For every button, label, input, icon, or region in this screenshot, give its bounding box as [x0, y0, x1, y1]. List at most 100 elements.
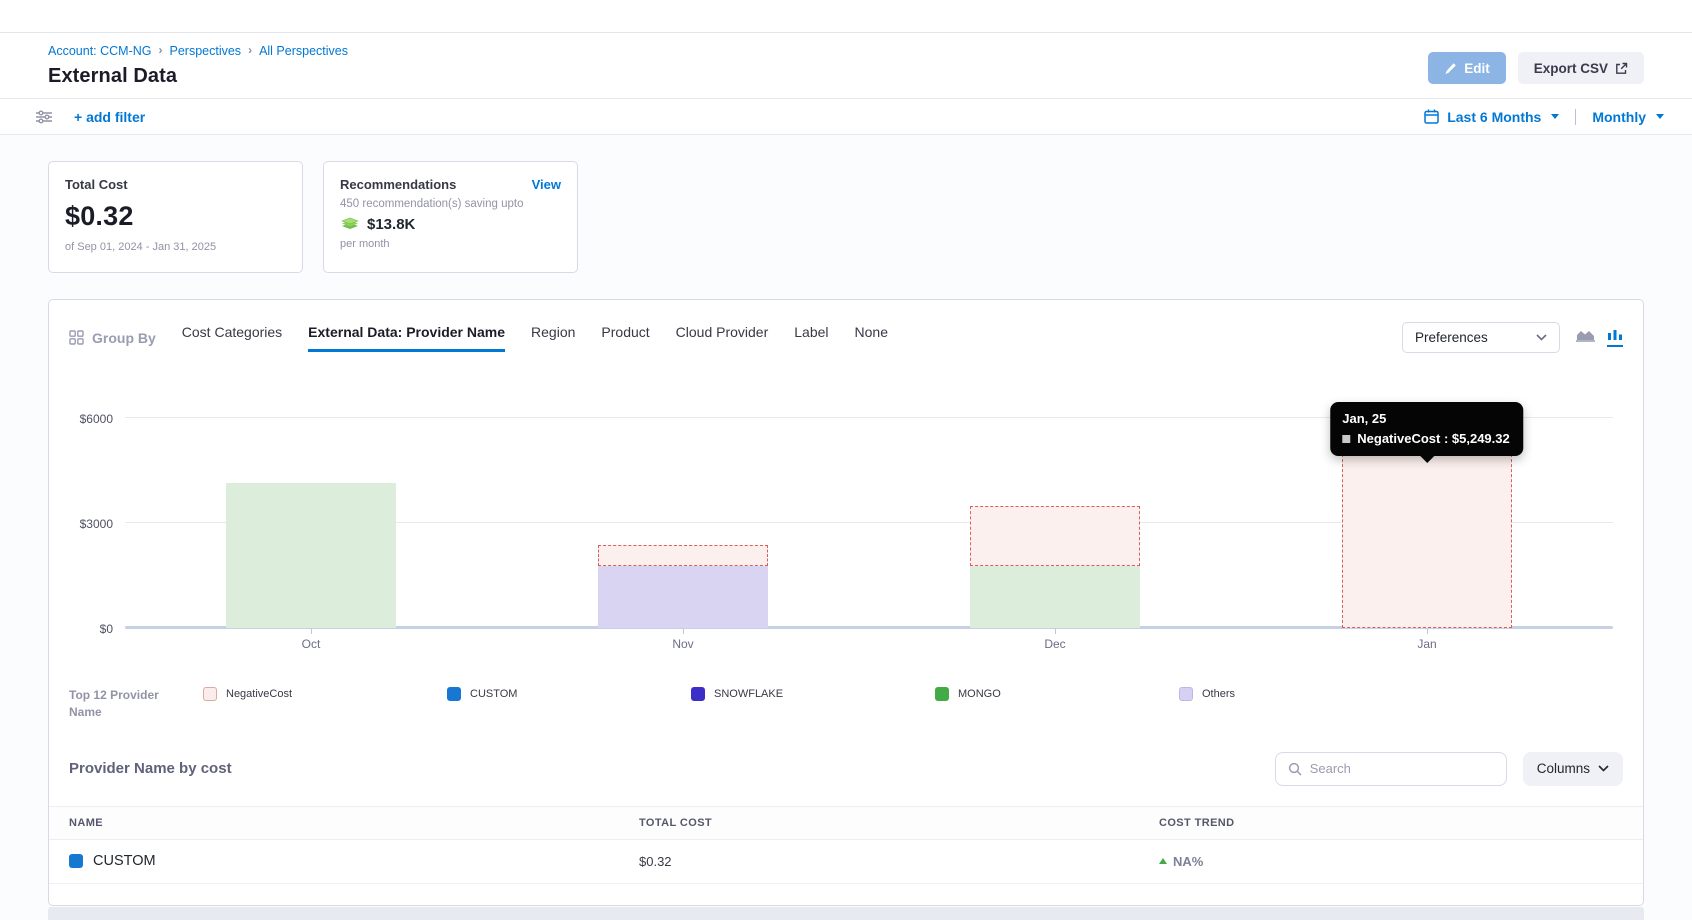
savings-period: per month: [340, 238, 561, 250]
columns-button[interactable]: Columns: [1523, 752, 1623, 786]
provider-cost-table: NAME TOTAL COST COST TREND CUSTOM$0.32NA…: [49, 806, 1643, 884]
area-chart-toggle-icon[interactable]: [1576, 328, 1595, 347]
chevron-right-icon: ›: [159, 43, 163, 57]
filter-bar: + add filter Last 6 Months Monthly: [0, 98, 1692, 135]
legend-swatch-icon: [935, 687, 949, 701]
legend-label: MONGO: [958, 688, 1001, 700]
y-axis-tick-label: $0: [63, 622, 113, 636]
chart-plot-area: Jan, 25 NegativeCost : $5,249.32 OctNovD…: [125, 383, 1613, 628]
top-border: [0, 0, 1692, 33]
recommendations-label: Recommendations: [340, 177, 456, 192]
legend-label: NegativeCost: [226, 688, 292, 700]
tooltip-value: NegativeCost : $5,249.32: [1357, 431, 1509, 446]
search-icon: [1288, 762, 1302, 776]
x-axis-label-jan: Jan: [1417, 637, 1436, 651]
legend-item-negativecost[interactable]: NegativeCost: [203, 687, 447, 701]
perspective-panel: Group By Cost Categories External Data: P…: [48, 299, 1644, 906]
total-cost-label: Total Cost: [65, 177, 286, 192]
column-header-cost-trend[interactable]: COST TREND: [1159, 817, 1643, 829]
total-cost-period: of Sep 01, 2024 - Jan 31, 2025: [65, 241, 286, 253]
x-axis-tick: [1055, 628, 1056, 634]
chevron-down-icon: [1536, 334, 1547, 341]
legend-item-custom[interactable]: CUSTOM: [447, 687, 691, 701]
table-title: Provider Name by cost: [69, 760, 232, 777]
chart-tooltip: Jan, 25 NegativeCost : $5,249.32: [1330, 402, 1523, 456]
tooltip-date: Jan, 25: [1342, 411, 1509, 426]
legend-label: CUSTOM: [470, 688, 517, 700]
add-filter-button[interactable]: + add filter: [74, 109, 145, 125]
chevron-down-icon: [1598, 765, 1609, 772]
total-cost-value: $0.32: [65, 201, 286, 232]
layout-grid-icon: [69, 330, 84, 345]
breadcrumb-account-link[interactable]: Account: CCM-NG: [48, 44, 152, 58]
tab-label[interactable]: Label: [794, 324, 828, 352]
trend-up-icon: [1159, 858, 1167, 864]
tab-none[interactable]: None: [855, 324, 888, 352]
breadcrumb-all-perspectives-link[interactable]: All Perspectives: [259, 44, 348, 58]
chart-column-oct: [125, 483, 497, 628]
breadcrumb-perspectives-link[interactable]: Perspectives: [170, 44, 242, 58]
x-axis-tick: [683, 628, 684, 634]
content-area: Total Cost $0.32 of Sep 01, 2024 - Jan 3…: [0, 135, 1692, 920]
chart-column-nov: [497, 545, 869, 628]
row-swatch-icon: [69, 854, 83, 868]
savings-value: $13.8K: [367, 216, 415, 233]
bar-segment-negativecost-jan[interactable]: [1342, 444, 1512, 628]
export-csv-button[interactable]: Export CSV: [1518, 52, 1644, 84]
pencil-icon: [1444, 62, 1457, 75]
money-icon: [340, 217, 360, 232]
preferences-dropdown[interactable]: Preferences: [1402, 322, 1560, 353]
bar-segment-others-nov[interactable]: [598, 566, 768, 628]
legend-swatch-icon: [1179, 687, 1193, 701]
tab-product[interactable]: Product: [601, 324, 649, 352]
total-cost-card: Total Cost $0.32 of Sep 01, 2024 - Jan 3…: [48, 161, 303, 273]
table-search: [1275, 752, 1507, 786]
chevron-down-icon: [1656, 114, 1664, 119]
legend-item-others[interactable]: Others: [1179, 687, 1423, 701]
tab-cost-categories[interactable]: Cost Categories: [182, 324, 282, 352]
bar-segment-mongo-dec[interactable]: [970, 566, 1140, 628]
tooltip-series-bullet-icon: [1342, 435, 1350, 443]
cost-bar-chart: Jan, 25 NegativeCost : $5,249.32 OctNovD…: [63, 383, 1627, 665]
recommendations-count: 450 recommendation(s) saving upto: [340, 198, 561, 210]
x-axis-tick: [1427, 628, 1428, 634]
chevron-right-icon: ›: [248, 43, 252, 57]
filter-sliders-icon[interactable]: [36, 110, 52, 124]
bar-chart-toggle-icon[interactable]: [1607, 328, 1623, 347]
chevron-down-icon: [1551, 114, 1559, 119]
legend-item-snowflake[interactable]: SNOWFLAKE: [691, 687, 935, 701]
granularity-selector[interactable]: Monthly: [1592, 109, 1646, 125]
bar-segment-negativecost-nov[interactable]: [598, 545, 768, 566]
page-header: Account: CCM-NG › Perspectives › All Per…: [0, 33, 1692, 98]
edit-button[interactable]: Edit: [1428, 52, 1506, 84]
legend-title: Top 12 Provider Name: [69, 687, 177, 722]
calendar-icon: [1424, 109, 1439, 124]
search-input[interactable]: [1310, 761, 1494, 776]
y-axis-tick-label: $3000: [63, 517, 113, 531]
tab-external-data-provider-name[interactable]: External Data: Provider Name: [308, 324, 505, 352]
row-cost-trend: NA%: [1173, 854, 1203, 869]
bar-segment-mongo-oct[interactable]: [226, 483, 396, 628]
tab-cloud-provider[interactable]: Cloud Provider: [676, 324, 769, 352]
x-axis-tick: [311, 628, 312, 634]
column-header-name[interactable]: NAME: [69, 817, 639, 829]
table-header-row: NAME TOTAL COST COST TREND: [49, 806, 1643, 840]
group-by-label: Group By: [69, 330, 156, 346]
partial-next-row: [48, 907, 1644, 920]
bar-segment-negativecost-dec[interactable]: [970, 506, 1140, 566]
column-header-total-cost[interactable]: TOTAL COST: [639, 817, 1159, 829]
legend-label: SNOWFLAKE: [714, 688, 783, 700]
chart-legend: Top 12 Provider Name NegativeCost CUSTOM S…: [69, 687, 1623, 722]
view-recommendations-link[interactable]: View: [532, 177, 561, 192]
x-axis-label-oct: Oct: [302, 637, 321, 651]
tab-region[interactable]: Region: [531, 324, 575, 352]
legend-item-mongo[interactable]: MONGO: [935, 687, 1179, 701]
chart-column-dec: [869, 506, 1241, 628]
table-row-custom[interactable]: CUSTOM$0.32NA%: [49, 840, 1643, 884]
date-range-selector[interactable]: Last 6 Months: [1447, 109, 1541, 125]
y-axis-tick-label: $6000: [63, 412, 113, 426]
divider: [1575, 109, 1576, 125]
legend-swatch-icon: [691, 687, 705, 701]
legend-label: Others: [1202, 688, 1235, 700]
legend-swatch-icon: [203, 687, 217, 701]
